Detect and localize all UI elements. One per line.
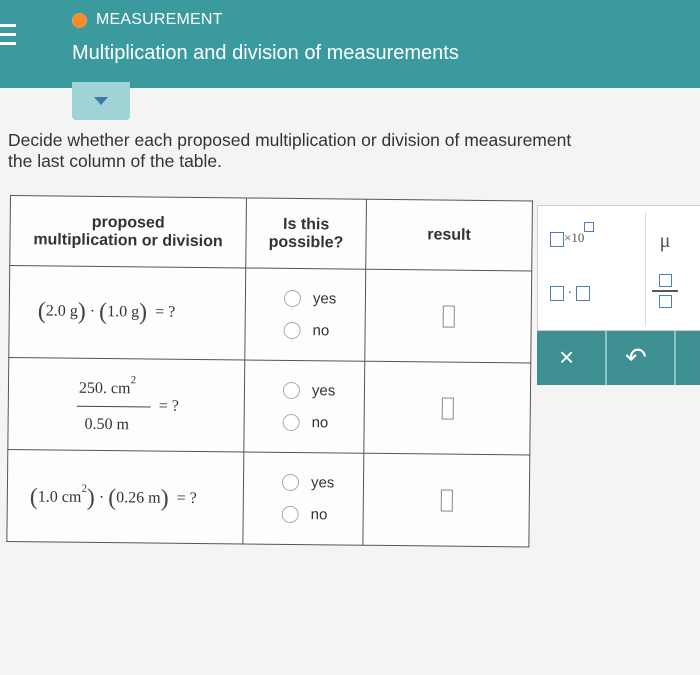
top-header: MEASUREMENT Multiplication and division …: [0, 0, 700, 88]
result-input[interactable]: [440, 489, 453, 512]
topic-label: MEASUREMENT: [96, 11, 223, 28]
result-cell: [364, 269, 532, 363]
radio-button[interactable]: [283, 289, 302, 308]
possible-cell: yes no: [242, 451, 364, 546]
menu-icon[interactable]: [0, 24, 18, 46]
multiply-dot-button[interactable]: ·: [550, 286, 590, 302]
result-cell: [362, 453, 530, 547]
topic-status-icon: [72, 13, 87, 28]
collapse-toggle-button[interactable]: [72, 82, 130, 120]
header-result: result: [365, 199, 533, 271]
radio-button[interactable]: [281, 505, 299, 524]
no-option[interactable]: no: [245, 314, 364, 347]
chevron-down-icon: [94, 97, 108, 105]
fraction-button[interactable]: [652, 274, 678, 308]
math-palette: ×10 μ · × ↶: [537, 205, 700, 385]
table-row: 250. cm2 = ? 0.50 m yes no: [7, 357, 531, 455]
radio-button[interactable]: [283, 321, 301, 340]
undo-icon[interactable]: ↶: [625, 343, 647, 371]
radio-button[interactable]: [281, 473, 300, 492]
question-instructions: Decide whether each proposed multiplicat…: [8, 130, 572, 171]
possible-cell: yes no: [243, 359, 365, 454]
table-row: (2.0 g) · (1.0 g) = ? yes no: [8, 265, 532, 363]
yes-option[interactable]: yes: [246, 282, 365, 315]
measurement-table: proposed multiplication or division Is t…: [6, 195, 533, 548]
no-option[interactable]: no: [244, 498, 363, 531]
expression-cell: (1.0 cm2) · (0.26 m) = ?: [6, 449, 244, 544]
radio-button[interactable]: [282, 381, 301, 400]
page-title: Multiplication and division of measureme…: [72, 42, 459, 64]
header-proposed: proposed multiplication or division: [9, 195, 247, 268]
yes-option[interactable]: yes: [245, 374, 364, 407]
expression-cell: 250. cm2 = ? 0.50 m: [7, 357, 245, 452]
result-cell: [363, 361, 531, 455]
no-option[interactable]: no: [244, 406, 363, 439]
result-input[interactable]: [441, 397, 454, 420]
palette-actions: × ↶: [537, 331, 700, 385]
palette-symbols: ×10 μ ·: [537, 205, 700, 331]
radio-button[interactable]: [282, 413, 300, 432]
header-possible: Is this possible?: [245, 197, 367, 270]
mu-button[interactable]: μ: [646, 230, 684, 253]
table-header-row: proposed multiplication or division Is t…: [9, 195, 533, 271]
yes-option[interactable]: yes: [244, 466, 363, 499]
possible-cell: yes no: [244, 267, 366, 362]
table-row: (1.0 cm2) · (0.26 m) = ? yes no: [6, 449, 530, 547]
scientific-notation-button[interactable]: ×10: [550, 222, 595, 247]
close-icon[interactable]: ×: [559, 343, 574, 371]
expression-cell: (2.0 g) · (1.0 g) = ?: [8, 265, 246, 360]
result-input[interactable]: [442, 305, 455, 328]
